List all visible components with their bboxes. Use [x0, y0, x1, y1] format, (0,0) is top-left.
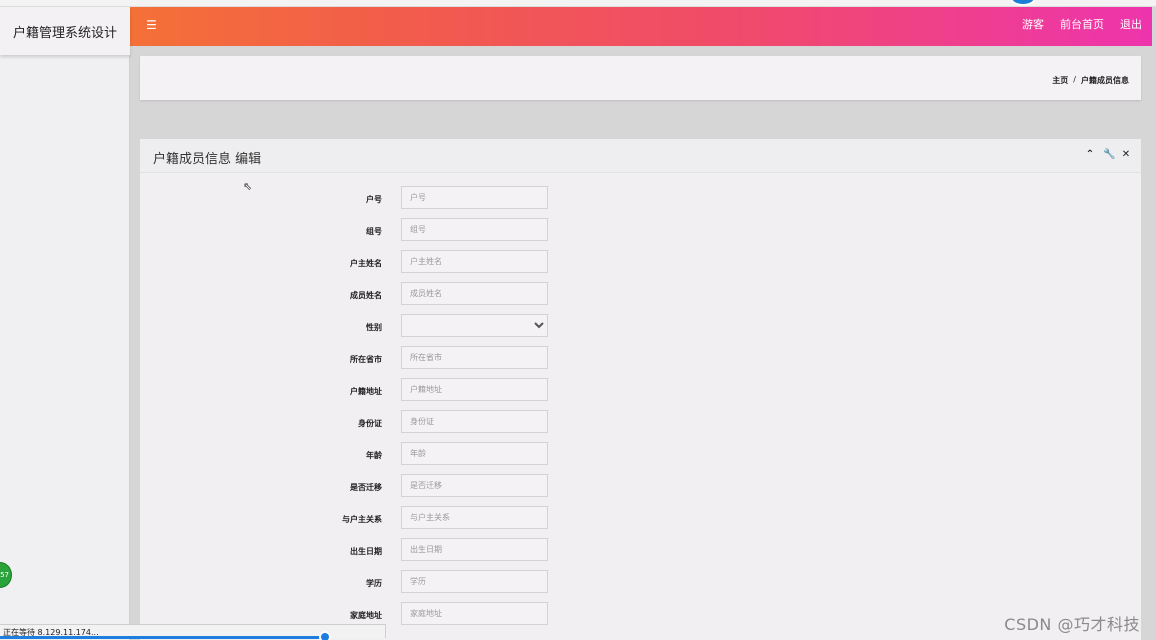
- menu-toggle-icon[interactable]: ☰: [146, 18, 157, 32]
- close-icon[interactable]: ✕: [1121, 149, 1131, 160]
- form-row-household-no: 户号: [140, 186, 1141, 218]
- breadcrumb: 主页 / 户籍成员信息: [1052, 75, 1129, 86]
- watermark: CSDN @巧才科技: [1004, 615, 1140, 634]
- app-title: 户籍管理系统设计: [12, 25, 117, 41]
- form-row-province: 所在省市: [140, 346, 1141, 378]
- member-name-input[interactable]: [401, 282, 548, 305]
- migrated-input[interactable]: [401, 474, 548, 497]
- form-row-migrated: 是否迁移: [140, 474, 1141, 506]
- field-label: 所在省市: [350, 355, 382, 364]
- panel-header: 户籍成员信息 编辑 ⌃ 🔧 ✕: [140, 139, 1141, 173]
- home-address-input[interactable]: [401, 602, 548, 625]
- field-label: 学历: [366, 579, 382, 588]
- form-row-relation: 与户主关系: [140, 506, 1141, 538]
- wrench-icon[interactable]: 🔧: [1103, 149, 1115, 160]
- field-label: 组号: [366, 227, 382, 236]
- collapse-icon[interactable]: ⌃: [1085, 149, 1095, 160]
- field-label: 与户主关系: [342, 515, 382, 524]
- field-label: 户主姓名: [350, 259, 382, 268]
- form-row-education: 学历: [140, 570, 1141, 602]
- panel-title: 户籍成员信息 编辑: [153, 152, 262, 167]
- birth-date-input[interactable]: [401, 538, 548, 561]
- field-label: 身份证: [358, 419, 382, 428]
- top-navbar: ☰ 游客 前台首页 退出: [0, 7, 1152, 46]
- field-label: 年龄: [366, 451, 382, 460]
- panel-tools: ⌃ 🔧 ✕: [1085, 149, 1131, 160]
- breadcrumb-bar: 主页 / 户籍成员信息: [140, 56, 1141, 100]
- loading-progress-bar: [0, 636, 326, 639]
- relation-input[interactable]: [401, 506, 548, 529]
- top-nav-guest[interactable]: 游客: [1022, 16, 1044, 32]
- top-nav-frontpage[interactable]: 前台首页: [1060, 16, 1104, 32]
- mouse-cursor-icon: ⇖: [243, 180, 253, 193]
- form-row-birth-date: 出生日期: [140, 538, 1141, 570]
- top-nav-links: 游客 前台首页 退出: [1022, 16, 1142, 32]
- form-row-gender: 性别: [140, 314, 1141, 346]
- id-card-input[interactable]: [401, 410, 548, 433]
- gender-select[interactable]: [401, 314, 548, 337]
- household-no-input[interactable]: [401, 186, 548, 209]
- field-label: 是否迁移: [350, 483, 382, 492]
- registered-address-input[interactable]: [401, 378, 548, 401]
- form-row-age: 年龄: [140, 442, 1141, 474]
- form-row-member-name: 成员姓名: [140, 282, 1141, 314]
- breadcrumb-home[interactable]: 主页: [1052, 75, 1068, 86]
- field-label: 家庭地址: [350, 611, 382, 620]
- education-input[interactable]: [401, 570, 548, 593]
- province-input[interactable]: [401, 346, 548, 369]
- browser-top-strip: [0, 0, 1156, 7]
- form-row-registered-address: 户籍地址: [140, 378, 1141, 410]
- app-brand: 户籍管理系统设计: [0, 7, 130, 55]
- field-label: 性别: [366, 323, 382, 332]
- form-row-id-card: 身份证: [140, 410, 1141, 442]
- sidebar: [0, 46, 130, 640]
- form-row-head-name: 户主姓名: [140, 250, 1141, 282]
- member-edit-form: 户号 组号 户主姓名 成员姓名 性别 所在省市 户籍地址 身份证: [140, 186, 1141, 634]
- field-label: 出生日期: [350, 547, 382, 556]
- breadcrumb-separator: /: [1073, 75, 1076, 84]
- group-no-input[interactable]: [401, 218, 548, 241]
- breadcrumb-current: 户籍成员信息: [1081, 76, 1129, 85]
- edit-panel: 户籍成员信息 编辑 ⌃ 🔧 ✕ 户号 组号 户主姓名 成员姓名 性别 所在省: [140, 139, 1141, 640]
- field-label: 户籍地址: [350, 387, 382, 396]
- form-row-group-no: 组号: [140, 218, 1141, 250]
- top-nav-logout[interactable]: 退出: [1120, 16, 1142, 32]
- progress-knob-icon: [319, 631, 331, 640]
- age-input[interactable]: [401, 442, 548, 465]
- field-label: 户号: [366, 195, 382, 204]
- floating-badge-text: 57: [0, 571, 9, 579]
- head-name-input[interactable]: [401, 250, 548, 273]
- field-label: 成员姓名: [350, 291, 382, 300]
